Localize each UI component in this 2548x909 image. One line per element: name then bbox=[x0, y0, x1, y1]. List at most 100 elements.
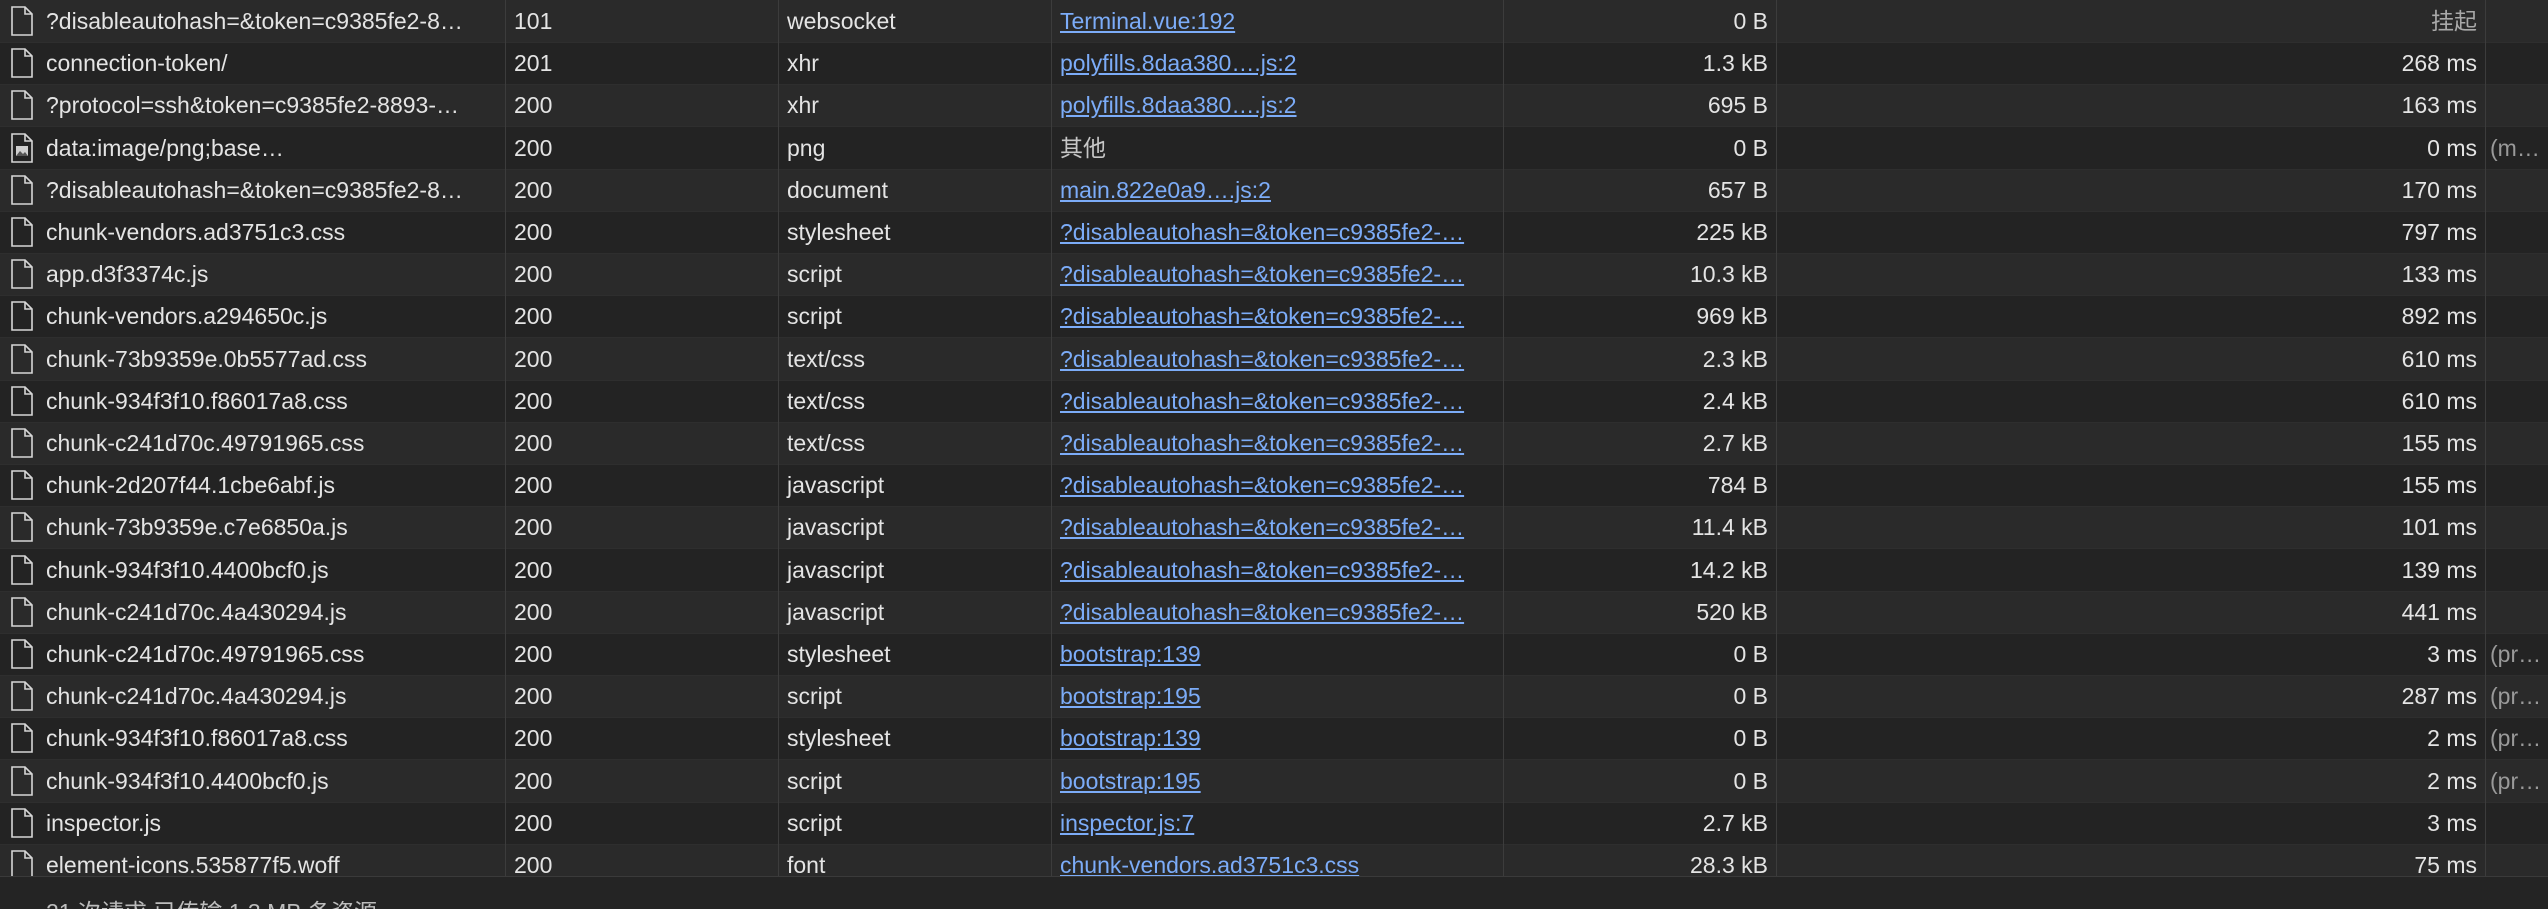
request-name[interactable]: chunk-vendors.a294650c.js bbox=[0, 295, 505, 337]
document-icon bbox=[10, 386, 34, 416]
initiator-link[interactable]: ?disableautohash=&token=c9385fe2-… bbox=[1052, 549, 1503, 591]
table-row[interactable]: chunk-934f3f10.f86017a8.css 200 stylesheet… bbox=[0, 717, 2548, 760]
initiator-link[interactable]: ?disableautohash=&token=c9385fe2-… bbox=[1052, 422, 1503, 464]
request-type: javascript bbox=[787, 557, 885, 583]
table-row[interactable]: ?protocol=ssh&token=c9385fe2-8893-… 200 xh… bbox=[0, 84, 2548, 127]
request-status: 200 bbox=[514, 261, 553, 287]
table-row[interactable]: ?disableautohash=&token=c9385fe2-8… 101 we… bbox=[0, 0, 2548, 43]
request-status: 200 bbox=[514, 135, 553, 161]
column-divider-initiator[interactable] bbox=[1503, 0, 1504, 876]
request-name[interactable]: connection-token/ bbox=[0, 42, 505, 84]
request-name[interactable]: app.d3f3374c.js bbox=[0, 253, 505, 295]
request-time: 155 ms bbox=[2401, 430, 2477, 456]
document-icon bbox=[10, 766, 34, 796]
request-name[interactable]: chunk-c241d70c.49791965.css bbox=[0, 633, 505, 675]
table-row[interactable]: chunk-934f3f10.4400bcf0.js 200 script boots… bbox=[0, 760, 2548, 803]
initiator-link[interactable]: bootstrap:139 bbox=[1052, 633, 1503, 675]
request-status: 200 bbox=[514, 430, 553, 456]
initiator-link[interactable]: polyfills.8daa380….js:2 bbox=[1052, 42, 1503, 84]
initiator-link[interactable]: inspector.js:7 bbox=[1052, 802, 1503, 844]
request-name[interactable]: chunk-73b9359e.0b5577ad.css bbox=[0, 338, 505, 380]
column-divider-type[interactable] bbox=[1051, 0, 1052, 876]
request-size: 0 B bbox=[1733, 725, 1768, 751]
request-status: 200 bbox=[514, 810, 553, 836]
initiator-link[interactable]: ?disableautohash=&token=c9385fe2-… bbox=[1052, 211, 1503, 253]
table-row[interactable]: chunk-vendors.a294650c.js 200 script ?disab… bbox=[0, 295, 2548, 338]
request-time: 139 ms bbox=[2401, 557, 2477, 583]
initiator-link[interactable]: polyfills.8daa380….js:2 bbox=[1052, 84, 1503, 126]
column-divider-status[interactable] bbox=[778, 0, 779, 876]
table-row[interactable]: chunk-c241d70c.49791965.css 200 text/css ?d… bbox=[0, 422, 2548, 465]
column-divider-name[interactable] bbox=[505, 0, 506, 876]
request-type: script bbox=[787, 261, 842, 287]
table-row[interactable]: chunk-c241d70c.49791965.css 200 stylesheet… bbox=[0, 633, 2548, 676]
request-extra: (prefe bbox=[2490, 768, 2548, 794]
document-icon bbox=[10, 470, 34, 500]
request-extra bbox=[2486, 802, 2548, 844]
table-row[interactable]: chunk-934f3f10.f86017a8.css 200 text/css ?d… bbox=[0, 380, 2548, 423]
request-name[interactable]: chunk-934f3f10.4400bcf0.js bbox=[0, 549, 505, 591]
table-row[interactable]: chunk-c241d70c.4a430294.js 200 javascript?… bbox=[0, 591, 2548, 634]
request-status: 101 bbox=[514, 8, 553, 34]
request-summary: 21 次请求 已传输 1.3 MB 条资源 bbox=[46, 893, 377, 909]
request-name[interactable]: chunk-73b9359e.c7e6850a.js bbox=[0, 506, 505, 548]
request-name[interactable]: inspector.js bbox=[0, 802, 505, 844]
table-row[interactable]: chunk-vendors.ad3751c3.css 200 stylesheet?… bbox=[0, 211, 2548, 254]
table-row[interactable]: chunk-934f3f10.4400bcf0.js 200 javascript?… bbox=[0, 549, 2548, 592]
request-name[interactable]: chunk-c241d70c.4a430294.js bbox=[0, 591, 505, 633]
request-name[interactable]: chunk-c241d70c.49791965.css bbox=[0, 422, 505, 464]
request-extra bbox=[2486, 549, 2548, 591]
request-size: 0 B bbox=[1733, 641, 1768, 667]
table-row[interactable]: data:image/png;base… 200 png 其他 0 B 0 ms (mem bbox=[0, 127, 2548, 170]
table-row[interactable]: chunk-73b9359e.c7e6850a.js 200 javascript?… bbox=[0, 506, 2548, 549]
request-name[interactable]: ?disableautohash=&token=c9385fe2-8… bbox=[0, 169, 505, 211]
request-time: 155 ms bbox=[2401, 472, 2477, 498]
column-divider-time[interactable] bbox=[2485, 0, 2486, 876]
request-extra: (prefe bbox=[2490, 683, 2548, 709]
table-row[interactable]: chunk-c241d70c.4a430294.js 200 script boots… bbox=[0, 675, 2548, 718]
initiator-link[interactable]: ?disableautohash=&token=c9385fe2-… bbox=[1052, 380, 1503, 422]
request-type: xhr bbox=[787, 50, 819, 76]
request-name[interactable]: chunk-934f3f10.4400bcf0.js bbox=[0, 760, 505, 802]
initiator-link[interactable]: ?disableautohash=&token=c9385fe2-… bbox=[1052, 506, 1503, 548]
table-row[interactable]: chunk-2d207f44.1cbe6abf.js 200 javascript?… bbox=[0, 464, 2548, 507]
document-icon bbox=[10, 6, 34, 36]
column-divider-size[interactable] bbox=[1776, 0, 1777, 876]
document-icon bbox=[10, 428, 34, 458]
request-type: script bbox=[787, 683, 842, 709]
request-name[interactable]: data:image/png;base… bbox=[0, 127, 505, 169]
request-name[interactable]: chunk-vendors.ad3751c3.css bbox=[0, 211, 505, 253]
request-status: 200 bbox=[514, 303, 553, 329]
initiator-link[interactable]: Terminal.vue:192 bbox=[1052, 0, 1503, 42]
request-name[interactable]: ?protocol=ssh&token=c9385fe2-8893-… bbox=[0, 84, 505, 126]
request-extra bbox=[2486, 253, 2548, 295]
table-row[interactable]: chunk-73b9359e.0b5577ad.css 200 text/css ?d… bbox=[0, 338, 2548, 381]
table-row[interactable]: app.d3f3374c.js 200 script ?disableautohash… bbox=[0, 253, 2548, 296]
table-row[interactable]: inspector.js 200 script inspector.js:7 2.7 k… bbox=[0, 802, 2548, 845]
initiator-link[interactable]: bootstrap:195 bbox=[1052, 760, 1503, 802]
initiator-link[interactable]: ?disableautohash=&token=c9385fe2-… bbox=[1052, 338, 1503, 380]
request-name[interactable]: ?disableautohash=&token=c9385fe2-8… bbox=[0, 0, 505, 42]
request-status: 200 bbox=[514, 219, 553, 245]
request-time: 441 ms bbox=[2401, 599, 2477, 625]
initiator-link[interactable]: ?disableautohash=&token=c9385fe2-… bbox=[1052, 295, 1503, 337]
initiator-link[interactable]: ?disableautohash=&token=c9385fe2-… bbox=[1052, 464, 1503, 506]
initiator-link[interactable]: bootstrap:139 bbox=[1052, 717, 1503, 759]
initiator-link[interactable]: ?disableautohash=&token=c9385fe2-… bbox=[1052, 591, 1503, 633]
request-type: stylesheet bbox=[787, 725, 891, 751]
table-row[interactable]: connection-token/201 xhr polyfills.8daa380… bbox=[0, 42, 2548, 85]
table-row[interactable]: ?disableautohash=&token=c9385fe2-8… 200 do… bbox=[0, 169, 2548, 212]
request-name[interactable]: chunk-c241d70c.4a430294.js bbox=[0, 675, 505, 717]
document-icon bbox=[10, 512, 34, 542]
initiator-link[interactable]: main.822e0a9….js:2 bbox=[1052, 169, 1503, 211]
request-type: png bbox=[787, 135, 826, 161]
request-extra bbox=[2486, 211, 2548, 253]
initiator-link[interactable]: ?disableautohash=&token=c9385fe2-… bbox=[1052, 253, 1503, 295]
request-extra bbox=[2486, 380, 2548, 422]
request-name[interactable]: chunk-2d207f44.1cbe6abf.js bbox=[0, 464, 505, 506]
initiator-link[interactable]: bootstrap:195 bbox=[1052, 675, 1503, 717]
request-name[interactable]: chunk-934f3f10.f86017a8.css bbox=[0, 717, 505, 759]
request-extra bbox=[2486, 0, 2548, 42]
request-time: 268 ms bbox=[2401, 50, 2477, 76]
request-name[interactable]: chunk-934f3f10.f86017a8.css bbox=[0, 380, 505, 422]
